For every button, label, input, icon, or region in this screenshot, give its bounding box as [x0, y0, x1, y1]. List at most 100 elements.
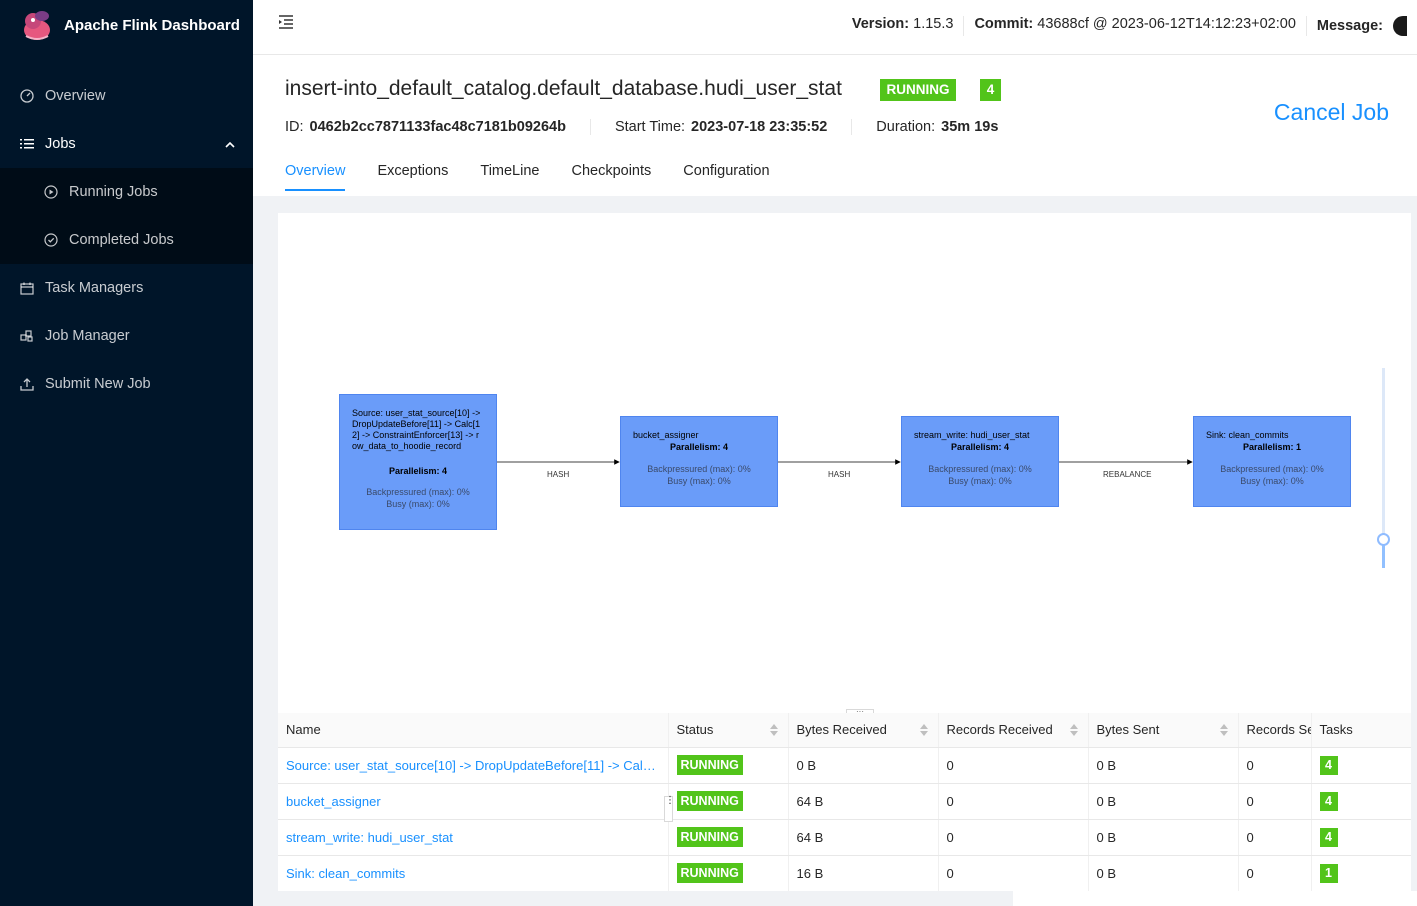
bytes-received-cell: 64 B [787, 783, 938, 820]
sidebar-item-submit-new-job[interactable]: Submit New Job [0, 360, 253, 408]
tasks-badge: 1 [1319, 863, 1338, 883]
cluster-info: Version: 1.15.3 Commit: 43688cf @ 2023-0… [842, 16, 1417, 36]
chevron-up-icon [225, 136, 235, 152]
edge-label: HASH [547, 470, 570, 479]
status-cell: RUNNING [667, 747, 788, 784]
sort-icon[interactable] [1219, 724, 1228, 736]
schedule-icon [20, 281, 34, 295]
job-name: insert-into_default_catalog.default_data… [285, 77, 842, 100]
tab-configuration[interactable]: Configuration [683, 163, 769, 191]
table-row[interactable]: bucket_assigner RUNNING 64 B 0 0 B 0 4 [278, 783, 1411, 820]
column-header-label: Bytes Sent [1096, 722, 1160, 738]
cancel-job-button[interactable]: Cancel Job [1274, 99, 1389, 126]
node-title: bucket_assigner [633, 430, 699, 440]
commit-value: 43688cf @ 2023-06-12T14:12:23+02:00 [1037, 16, 1296, 32]
column-header-records-sent[interactable]: Records Se [1237, 713, 1312, 748]
job-id-value: 0462b2cc7871133fac48c7181b09264b [309, 119, 566, 135]
records-sent-cell: 0 [1237, 855, 1311, 891]
table-row[interactable]: stream_write: hudi_user_stat RUNNING 64 … [278, 819, 1411, 856]
bytes-sent-cell: 0 B [1087, 783, 1238, 820]
job-id-label: ID: [285, 119, 304, 135]
sidebar-item-label: Task Managers [45, 280, 144, 296]
table-row[interactable]: Sink: clean_commits RUNNING 16 B 0 0 B 0… [278, 855, 1411, 891]
column-header-label: Records Se [1246, 722, 1312, 738]
menu-fold-icon[interactable] [278, 14, 294, 30]
bytes-received-cell: 16 B [787, 855, 938, 891]
vertex-name-link[interactable]: bucket_assigner [278, 783, 668, 820]
message-count-badge[interactable] [1393, 16, 1407, 36]
vertex-name-link[interactable]: stream_write: hudi_user_stat [278, 819, 668, 856]
column-header-name[interactable]: Name [278, 713, 668, 748]
commit-info: Commit: 43688cf @ 2023-06-12T14:12:23+02… [964, 16, 1307, 36]
app-logo[interactable]: Apache Flink Dashboard [0, 0, 253, 50]
tasks-cell: 4 [1310, 783, 1411, 820]
node-title: stream_write: hudi_user_stat [914, 430, 1030, 440]
tasks-cell: 4 [1310, 819, 1411, 856]
records-received-cell: 0 [937, 747, 1088, 784]
records-sent-cell: 0 [1237, 783, 1311, 820]
status-badge: RUNNING [676, 827, 743, 847]
sidebar-menu: Overview Jobs Running Jobs Completed Job… [0, 72, 253, 408]
vertex-name-link[interactable]: Sink: clean_commits [278, 855, 668, 891]
edge-label: HASH [828, 470, 851, 479]
commit-label: Commit: [974, 16, 1034, 32]
sidebar-item-label: Submit New Job [45, 376, 151, 392]
sidebar-item-completed-jobs[interactable]: Completed Jobs [0, 216, 253, 264]
horizontal-scrollbar[interactable] [1013, 891, 1417, 906]
sort-icon[interactable] [1069, 724, 1078, 736]
column-header-status[interactable]: Status [667, 713, 788, 748]
duration-value: 35m 19s [941, 119, 999, 135]
sidebar-item-job-manager[interactable]: Job Manager [0, 312, 253, 360]
job-duration: Duration: 35m 19s [876, 119, 1022, 135]
version-info: Version: 1.15.3 [842, 16, 965, 36]
bytes-sent-cell: 0 B [1087, 747, 1238, 784]
sidebar-item-jobs[interactable]: Jobs [0, 120, 253, 168]
records-received-cell: 0 [937, 783, 1088, 820]
vertex-table: Name Status Bytes Received Records Recei… [278, 713, 1411, 891]
build-icon [20, 329, 34, 343]
column-header-label: Status [676, 722, 714, 738]
column-header-tasks[interactable]: Tasks [1310, 713, 1411, 748]
sidebar-item-overview[interactable]: Overview [0, 72, 253, 120]
sidebar-item-task-managers[interactable]: Task Managers [0, 264, 253, 312]
table-row[interactable]: Source: user_stat_source[10] -> DropUpda… [278, 747, 1411, 784]
node-title: Sink: clean_commits [1206, 430, 1289, 440]
sidebar-item-label: Jobs [45, 136, 76, 152]
sort-icon[interactable] [769, 724, 778, 736]
sort-icon[interactable] [919, 724, 928, 736]
job-graph[interactable]: Source: user_stat_source[10] -> DropUpda… [278, 213, 1411, 713]
status-cell: RUNNING [667, 855, 788, 891]
column-header-bytes-received[interactable]: Bytes Received [787, 713, 938, 748]
column-header-label: Name [286, 722, 321, 738]
tasks-badge: 4 [1319, 791, 1338, 811]
play-circle-icon [44, 185, 58, 199]
records-sent-cell: 0 [1237, 819, 1311, 856]
graph-node-bucket-assigner[interactable]: bucket_assigner Parallelism: 4 Backpress… [620, 416, 778, 507]
graph-node-source[interactable]: Source: user_stat_source[10] -> DropUpda… [339, 394, 497, 530]
tasks-badge: 4 [1319, 827, 1338, 847]
job-start-time: Start Time: 2023-07-18 23:35:52 [615, 119, 853, 135]
tab-overview[interactable]: Overview [285, 163, 346, 191]
sidebar-item-running-jobs[interactable]: Running Jobs [0, 168, 253, 216]
zoom-slider-handle[interactable] [1377, 533, 1390, 546]
vertex-name-link[interactable]: Source: user_stat_source[10] -> DropUpda… [278, 747, 668, 784]
list-icon [20, 137, 34, 151]
sidebar-item-label: Job Manager [45, 328, 130, 344]
dashboard-icon [20, 89, 34, 103]
graph-node-stream-write[interactable]: stream_write: hudi_user_stat Parallelism… [901, 416, 1059, 507]
column-resize-handle[interactable]: ⋮ [664, 796, 675, 822]
status-cell: RUNNING [667, 783, 788, 820]
tab-timeline[interactable]: TimeLine [480, 163, 539, 191]
job-task-count-badge: 4 [980, 79, 1001, 101]
tab-exceptions[interactable]: Exceptions [377, 163, 448, 191]
column-header-bytes-sent[interactable]: Bytes Sent [1087, 713, 1238, 748]
records-sent-cell: 0 [1237, 747, 1311, 784]
status-badge: RUNNING [676, 755, 743, 775]
message-info[interactable]: Message: [1307, 16, 1417, 36]
job-header: insert-into_default_catalog.default_data… [253, 55, 1417, 196]
records-received-cell: 0 [937, 819, 1088, 856]
column-header-records-received[interactable]: Records Received [937, 713, 1088, 748]
tab-checkpoints[interactable]: Checkpoints [571, 163, 651, 191]
status-badge: RUNNING [676, 791, 743, 811]
graph-node-sink[interactable]: Sink: clean_commits Parallelism: 1 Backp… [1193, 416, 1351, 507]
